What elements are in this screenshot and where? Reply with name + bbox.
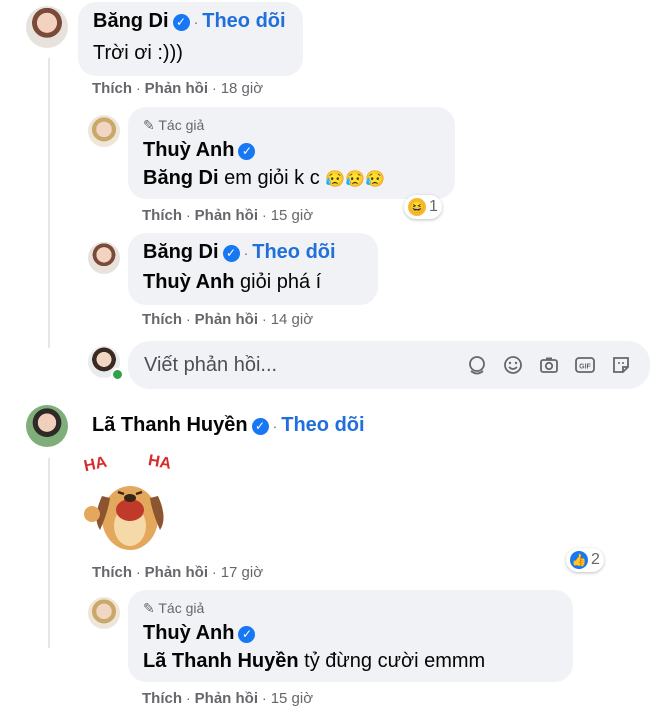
commenter-name[interactable]: Thuỳ Anh (143, 139, 234, 161)
comment-bubble: ✎ Tác giả Thuỳ Anh ✓ Băng Di em giỏi k c … (128, 107, 455, 199)
haha-dog-sticker[interactable]: HA HA (78, 448, 178, 558)
timestamp[interactable]: 15 giờ (271, 690, 313, 707)
commenter-name[interactable]: Băng Di (143, 241, 219, 263)
gif-icon[interactable]: GIF (574, 354, 596, 376)
reply-button[interactable]: Phản hồi (195, 690, 258, 707)
avatar[interactable] (88, 115, 120, 147)
reaction-summary[interactable]: 👍 2 (566, 548, 604, 572)
commenter-name[interactable]: Thuỳ Anh (143, 622, 234, 644)
comment-text: tỷ đừng cười emmm (298, 650, 486, 672)
sticker-icon[interactable] (610, 354, 632, 376)
avatar[interactable] (88, 242, 120, 274)
haha-reaction-icon: 😆 (408, 198, 426, 216)
reply-button[interactable]: Phản hồi (145, 80, 208, 97)
comment-bubble: ✎ Tác giả Thuỳ Anh ✓ Lã Thanh Huyền tỷ đừ… (128, 590, 573, 682)
crying-emoji-icons: 😥😥😥 (325, 171, 386, 188)
reply-button[interactable]: Phản hồi (195, 207, 258, 224)
verified-icon: ✓ (222, 245, 240, 263)
timestamp[interactable]: 17 giờ (221, 564, 263, 581)
verified-icon: ✓ (238, 626, 256, 644)
mention-link[interactable]: Băng Di (143, 167, 219, 189)
timestamp[interactable]: 15 giờ (271, 207, 313, 224)
online-status-dot (111, 368, 124, 381)
like-button[interactable]: Thích (142, 207, 182, 224)
thread-line (48, 458, 50, 648)
like-button[interactable]: Thích (142, 311, 182, 328)
comment-actions: Thích · Phản hồi · 14 giờ (142, 311, 314, 328)
author-badge: ✎ Tác giả (143, 600, 205, 616)
comment-actions: Thích · Phản hồi · 15 giờ (142, 207, 314, 224)
reply-input-placeholder: Viết phản hồi... (144, 354, 278, 376)
follow-link[interactable]: Theo dõi (281, 414, 364, 436)
like-button[interactable]: Thích (142, 690, 182, 707)
avatar[interactable] (26, 6, 68, 48)
follow-link[interactable]: Theo dõi (252, 241, 335, 263)
pencil-icon: ✎ (143, 600, 155, 616)
like-button[interactable]: Thích (92, 80, 132, 97)
like-reaction-icon: 👍 (570, 551, 588, 569)
emoji-icon[interactable] (502, 354, 524, 376)
commenter-name[interactable]: Băng Di (93, 10, 169, 32)
comment-bubble: Băng Di ✓ · Theo dõi Thuỳ Anh giỏi phá í (128, 233, 378, 305)
verified-icon: ✓ (251, 418, 269, 436)
timestamp[interactable]: 18 giờ (221, 80, 263, 97)
avatar[interactable] (88, 597, 120, 629)
avatar[interactable] (26, 405, 68, 447)
commenter-name[interactable]: Lã Thanh Huyền (92, 414, 248, 436)
comment-actions: Thích · Phản hồi · 17 giờ (92, 564, 264, 581)
separator: · (193, 14, 199, 30)
mention-link[interactable]: Lã Thanh Huyền (143, 650, 299, 672)
verified-icon: ✓ (172, 14, 190, 32)
mention-link[interactable]: Thuỳ Anh (143, 271, 234, 293)
comment-actions: Thích · Phản hồi · 18 giờ (92, 80, 264, 97)
comment-bubble: Băng Di ✓ · Theo dõi Trời ơi :))) (78, 2, 303, 76)
reply-input[interactable]: Viết phản hồi... GIF (128, 341, 650, 389)
verified-icon: ✓ (238, 143, 256, 161)
avatar-sticker-icon[interactable] (466, 354, 488, 376)
timestamp[interactable]: 14 giờ (271, 311, 313, 328)
follow-link[interactable]: Theo dõi (202, 10, 285, 32)
thread-line (48, 58, 50, 348)
reply-button[interactable]: Phản hồi (145, 564, 208, 581)
like-button[interactable]: Thích (92, 564, 132, 581)
author-badge: ✎ Tác giả (143, 117, 205, 133)
comment-text: em giỏi k c (218, 167, 326, 189)
pencil-icon: ✎ (143, 117, 155, 133)
comment-text: Trời ơi :))) (93, 42, 183, 64)
reply-button[interactable]: Phản hồi (195, 311, 258, 328)
camera-icon[interactable] (538, 354, 560, 376)
svg-text:GIF: GIF (579, 364, 591, 371)
reaction-summary[interactable]: 😆 1 (404, 195, 442, 219)
comment-text: giỏi phá í (234, 271, 322, 293)
sticker-text: HA (146, 452, 173, 473)
comment-actions: Thích · Phản hồi · 15 giờ (142, 690, 314, 707)
